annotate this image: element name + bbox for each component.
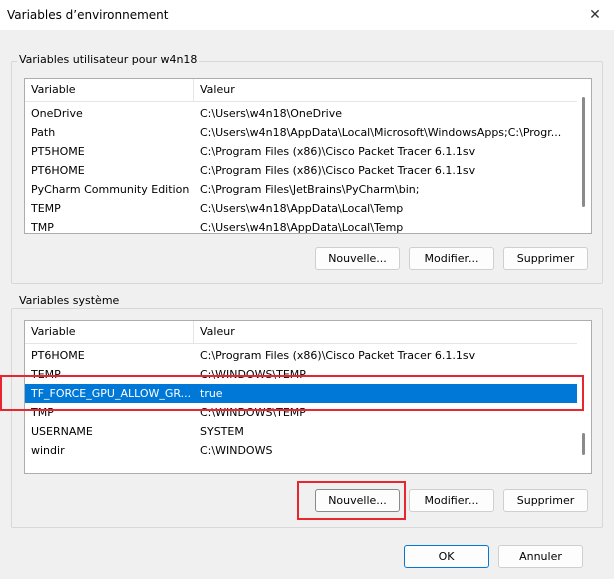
variable-value: SYSTEM <box>200 425 244 438</box>
ok-button[interactable]: OK <box>404 545 489 568</box>
scrollbar-thumb[interactable] <box>582 433 585 455</box>
column-variable[interactable]: Variable <box>31 83 76 96</box>
variable-name: Path <box>31 126 56 139</box>
user-delete-button[interactable]: Supprimer <box>503 247 588 270</box>
table-row[interactable]: TEMP C:\Users\w4n18\AppData\Local\Temp <box>25 199 577 218</box>
table-row[interactable]: TMP C:\Users\w4n18\AppData\Local\Temp <box>25 218 577 234</box>
list-header: Variable Valeur <box>25 321 577 344</box>
table-row[interactable]: OneDrive C:\Users\w4n18\OneDrive <box>25 104 577 123</box>
scrollbar-thumb[interactable] <box>582 97 585 207</box>
variable-name: PT6HOME <box>31 349 85 362</box>
table-row[interactable]: PT6HOME C:\Program Files (x86)\Cisco Pac… <box>25 161 577 180</box>
table-row[interactable]: PT5HOME C:\Program Files (x86)\Cisco Pac… <box>25 142 577 161</box>
table-row[interactable]: windir C:\WINDOWS <box>25 441 577 460</box>
system-delete-button[interactable]: Supprimer <box>503 489 588 512</box>
column-variable[interactable]: Variable <box>31 325 76 338</box>
variable-value: C:\Program Files\JetBrains\PyCharm\bin; <box>200 183 420 196</box>
variable-name: PyCharm Community Edition <box>31 183 190 196</box>
variable-name: windir <box>31 444 65 457</box>
user-variables-list[interactable]: Variable Valeur OneDrive C:\Users\w4n18\… <box>24 78 592 234</box>
column-value[interactable]: Valeur <box>200 325 235 338</box>
variable-name: TMP <box>31 221 54 234</box>
variable-value: C:\Program Files (x86)\Cisco Packet Trac… <box>200 145 476 158</box>
variable-name: TEMP <box>31 202 61 215</box>
variable-value: C:\Users\w4n18\AppData\Local\Temp <box>200 202 404 215</box>
user-new-button[interactable]: Nouvelle... <box>315 247 400 270</box>
variable-value: C:\Users\w4n18\OneDrive <box>200 107 342 120</box>
close-icon[interactable]: ✕ <box>584 6 606 24</box>
system-edit-button[interactable]: Modifier... <box>409 489 494 512</box>
table-row[interactable]: Path C:\Users\w4n18\AppData\Local\Micros… <box>25 123 577 142</box>
variable-name: PT6HOME <box>31 164 85 177</box>
table-row[interactable]: USERNAME SYSTEM <box>25 422 577 441</box>
list-header: Variable Valeur <box>25 79 577 102</box>
variable-name: PT5HOME <box>31 145 85 158</box>
system-variables-label: Variables système <box>17 294 122 307</box>
table-row[interactable]: PyCharm Community Edition C:\Program Fil… <box>25 180 577 199</box>
window-title: Variables d’environnement <box>7 8 169 22</box>
highlight-box-new-button <box>297 481 406 520</box>
highlight-box-selected-row <box>0 375 584 411</box>
cancel-button[interactable]: Annuler <box>498 545 583 568</box>
column-separator[interactable] <box>193 79 194 101</box>
variable-name: USERNAME <box>31 425 93 438</box>
column-separator[interactable] <box>193 321 194 343</box>
variable-value: C:\Users\w4n18\AppData\Local\Temp <box>200 221 404 234</box>
variable-value: C:\Program Files (x86)\Cisco Packet Trac… <box>200 164 476 177</box>
vertical-scrollbar[interactable] <box>577 79 591 233</box>
variable-value: C:\WINDOWS <box>200 444 273 457</box>
table-row[interactable]: PT6HOME C:\Program Files (x86)\Cisco Pac… <box>25 346 577 365</box>
variable-value: C:\Program Files (x86)\Cisco Packet Trac… <box>200 349 476 362</box>
user-edit-button[interactable]: Modifier... <box>409 247 494 270</box>
user-variables-label: Variables utilisateur pour w4n18 <box>17 53 200 66</box>
variable-value: C:\Users\w4n18\AppData\Local\Microsoft\W… <box>200 126 562 139</box>
variable-name: OneDrive <box>31 107 83 120</box>
column-value[interactable]: Valeur <box>200 83 235 96</box>
title-bar: Variables d’environnement ✕ <box>0 0 614 30</box>
